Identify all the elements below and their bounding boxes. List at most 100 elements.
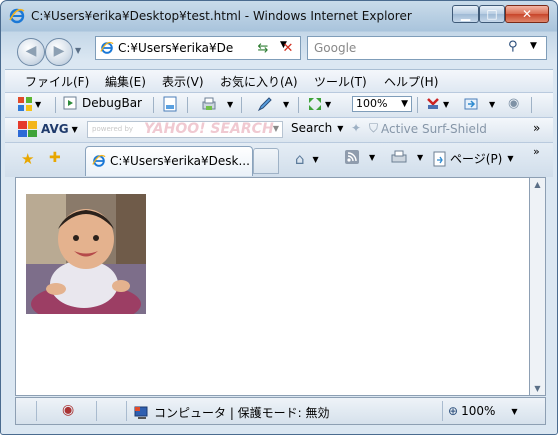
minimize-button[interactable]: ▁ <box>452 5 479 23</box>
menu-help[interactable]: ヘルプ(H) <box>384 73 438 90</box>
search-input[interactable]: Google <box>314 41 356 55</box>
maximize-button[interactable]: □ <box>479 5 505 23</box>
close-window-button[interactable]: ✕ <box>505 5 549 23</box>
chevron-down-icon: ▼ <box>401 99 408 109</box>
chevron-down-icon: ▼ <box>283 99 290 109</box>
search-icon[interactable]: ⚲ <box>508 39 518 54</box>
browser-window: C:¥Users¥erika¥Desktop¥test.html - Windo… <box>0 0 558 435</box>
active-surf-shield-label: Active Surf-Shield <box>381 121 487 136</box>
menu-favorites[interactable]: お気に入り(A) <box>220 73 298 90</box>
toolbar-grip-icon: ✦ <box>351 121 362 135</box>
zoom-select[interactable]: 100% ▼ <box>352 96 412 112</box>
powered-by-label: powered by <box>92 125 134 133</box>
page-view-button[interactable] <box>163 96 177 112</box>
page-menu-button[interactable]: ページ(P) ▼ <box>433 150 514 167</box>
baby-photo-image <box>26 194 146 314</box>
tab-ie-icon <box>92 154 106 167</box>
toolbar-overflow-icon[interactable]: » <box>533 121 540 135</box>
page-icon <box>433 151 446 166</box>
avg-button[interactable]: AVG ▼ <box>17 120 78 138</box>
chevron-down-icon: ▼ <box>507 154 514 163</box>
zoom-level-button[interactable]: ⊕ 100% ▼ <box>448 404 518 418</box>
chevron-down-icon: ▼ <box>71 124 78 134</box>
tools-extension-button[interactable]: ▼ <box>425 96 449 112</box>
tab-active[interactable]: C:¥Users¥erika¥Desk... <box>85 146 253 176</box>
fullscreen-arrows-icon <box>309 98 321 110</box>
avg-toolbar: AVG ▼ powered by YAHOO! SEARCH ▼ Search … <box>5 117 553 142</box>
print-button[interactable]: ▼ <box>391 150 423 164</box>
toolbar-divider <box>241 97 242 113</box>
stop-icon: ✕ <box>282 40 294 56</box>
chevron-down-icon: ▼ <box>369 152 376 162</box>
forward-arrow-icon: ▶ <box>53 43 65 59</box>
status-divider <box>442 401 443 421</box>
privacy-icon[interactable]: ◉ <box>62 402 74 418</box>
printer-icon <box>391 150 407 163</box>
tab-row: ★ ✚ C:¥Users¥erika¥Desk... ⌂ ▼ ▼ ▼ ページ(P… <box>5 142 553 177</box>
refresh-icon: ⇆ <box>257 40 269 56</box>
tab-title: C:¥Users¥erika¥Desk... <box>110 154 250 168</box>
chevron-down-icon: ▼ <box>337 123 344 133</box>
yahoo-logo: YAHOO! SEARCH <box>144 121 274 137</box>
home-icon: ⌂ <box>295 150 305 168</box>
feeds-button[interactable]: ▼ <box>345 150 375 164</box>
vertical-scrollbar[interactable]: ▲ ▼ <box>529 177 546 396</box>
refresh-button[interactable]: ⇆ <box>253 38 273 58</box>
tools-wrench-icon <box>427 98 439 109</box>
add-favorites-icon[interactable]: ✚ <box>49 150 61 166</box>
rss-feed-icon <box>345 150 359 164</box>
stop-button[interactable]: ✕ <box>278 38 298 58</box>
chevron-down-icon: ▼ <box>35 99 42 109</box>
zoom-select-value: 100% <box>356 97 388 110</box>
chevron-down-icon: ▼ <box>417 152 424 162</box>
debugbar-icon <box>63 96 77 110</box>
computer-icon <box>134 406 148 419</box>
menu-view[interactable]: 表示(V) <box>162 73 204 90</box>
toolbar-divider <box>417 97 418 113</box>
status-bar: ◉ コンピュータ | 保護モード: 無効 ⊕ 100% ▼ <box>15 397 546 425</box>
debugbar-button[interactable]: DebugBar <box>63 96 142 110</box>
window-title: C:¥Users¥erika¥Desktop¥test.html - Windo… <box>31 9 412 23</box>
menu-bar: ファイル(F) 編集(E) 表示(V) お気に入り(A) ツール(T) ヘルプ(… <box>5 69 553 92</box>
yahoo-search-input[interactable]: powered by YAHOO! SEARCH ▼ <box>87 121 283 138</box>
menu-file[interactable]: ファイル(F) <box>25 73 89 90</box>
view-button[interactable]: ◉ <box>508 96 519 111</box>
zoom-level-label: 100% <box>461 404 496 418</box>
new-tab-button[interactable] <box>253 148 279 174</box>
status-divider <box>96 401 97 421</box>
search-box[interactable]: Google ⚲ ▼ <box>307 36 547 60</box>
back-button[interactable]: ◀ <box>17 38 45 66</box>
menu-edit[interactable]: 編集(E) <box>105 73 146 90</box>
research-button[interactable]: ▼ <box>463 96 495 112</box>
title-bar[interactable]: C:¥Users¥erika¥Desktop¥test.html - Windo… <box>1 1 557 31</box>
menu-tools[interactable]: ツール(T) <box>314 73 367 90</box>
forward-button[interactable]: ▶ <box>45 38 73 66</box>
active-surf-shield-button[interactable]: ⛉ Active Surf-Shield <box>369 121 487 136</box>
command-toolbar: ▼ DebugBar ▼ ▼ ▼ 100% ▼ ▼ ▼ ◉ <box>5 92 553 117</box>
avg-logo-icon <box>18 121 37 137</box>
toolbar-overflow-icon[interactable]: » <box>533 145 540 158</box>
page-ie-icon <box>100 41 114 54</box>
minimize-icon: ▁ <box>460 7 471 21</box>
scroll-up-icon[interactable]: ▲ <box>530 180 545 189</box>
chevron-down-icon: ▼ <box>511 406 518 416</box>
home-button[interactable]: ⌂ ▼ <box>295 150 319 168</box>
tools-button[interactable]: ▼ <box>201 96 233 112</box>
chevron-down-icon: ▼ <box>272 124 279 133</box>
windows-menu-button[interactable]: ▼ <box>17 96 41 112</box>
scroll-down-icon[interactable]: ▼ <box>530 384 545 393</box>
chevron-down-icon: ▼ <box>325 99 332 109</box>
page-menu-label: ページ(P) <box>450 152 503 166</box>
favorites-star-icon[interactable]: ★ <box>21 150 34 168</box>
security-zone[interactable]: コンピュータ | 保護モード: 無効 <box>134 404 330 421</box>
printer-icon <box>202 97 216 110</box>
fullscreen-button[interactable]: ▼ <box>307 96 331 112</box>
status-divider <box>36 401 37 421</box>
avg-search-button[interactable]: Search ▼ <box>291 121 343 135</box>
status-divider <box>126 401 127 421</box>
search-dropdown-icon[interactable]: ▼ <box>530 41 537 51</box>
pen-tool-button[interactable]: ▼ <box>257 96 289 112</box>
shield-icon: ⛉ <box>369 121 379 135</box>
recent-pages-dropdown-icon[interactable]: ▼ <box>75 46 81 55</box>
maximize-icon: □ <box>486 7 498 21</box>
